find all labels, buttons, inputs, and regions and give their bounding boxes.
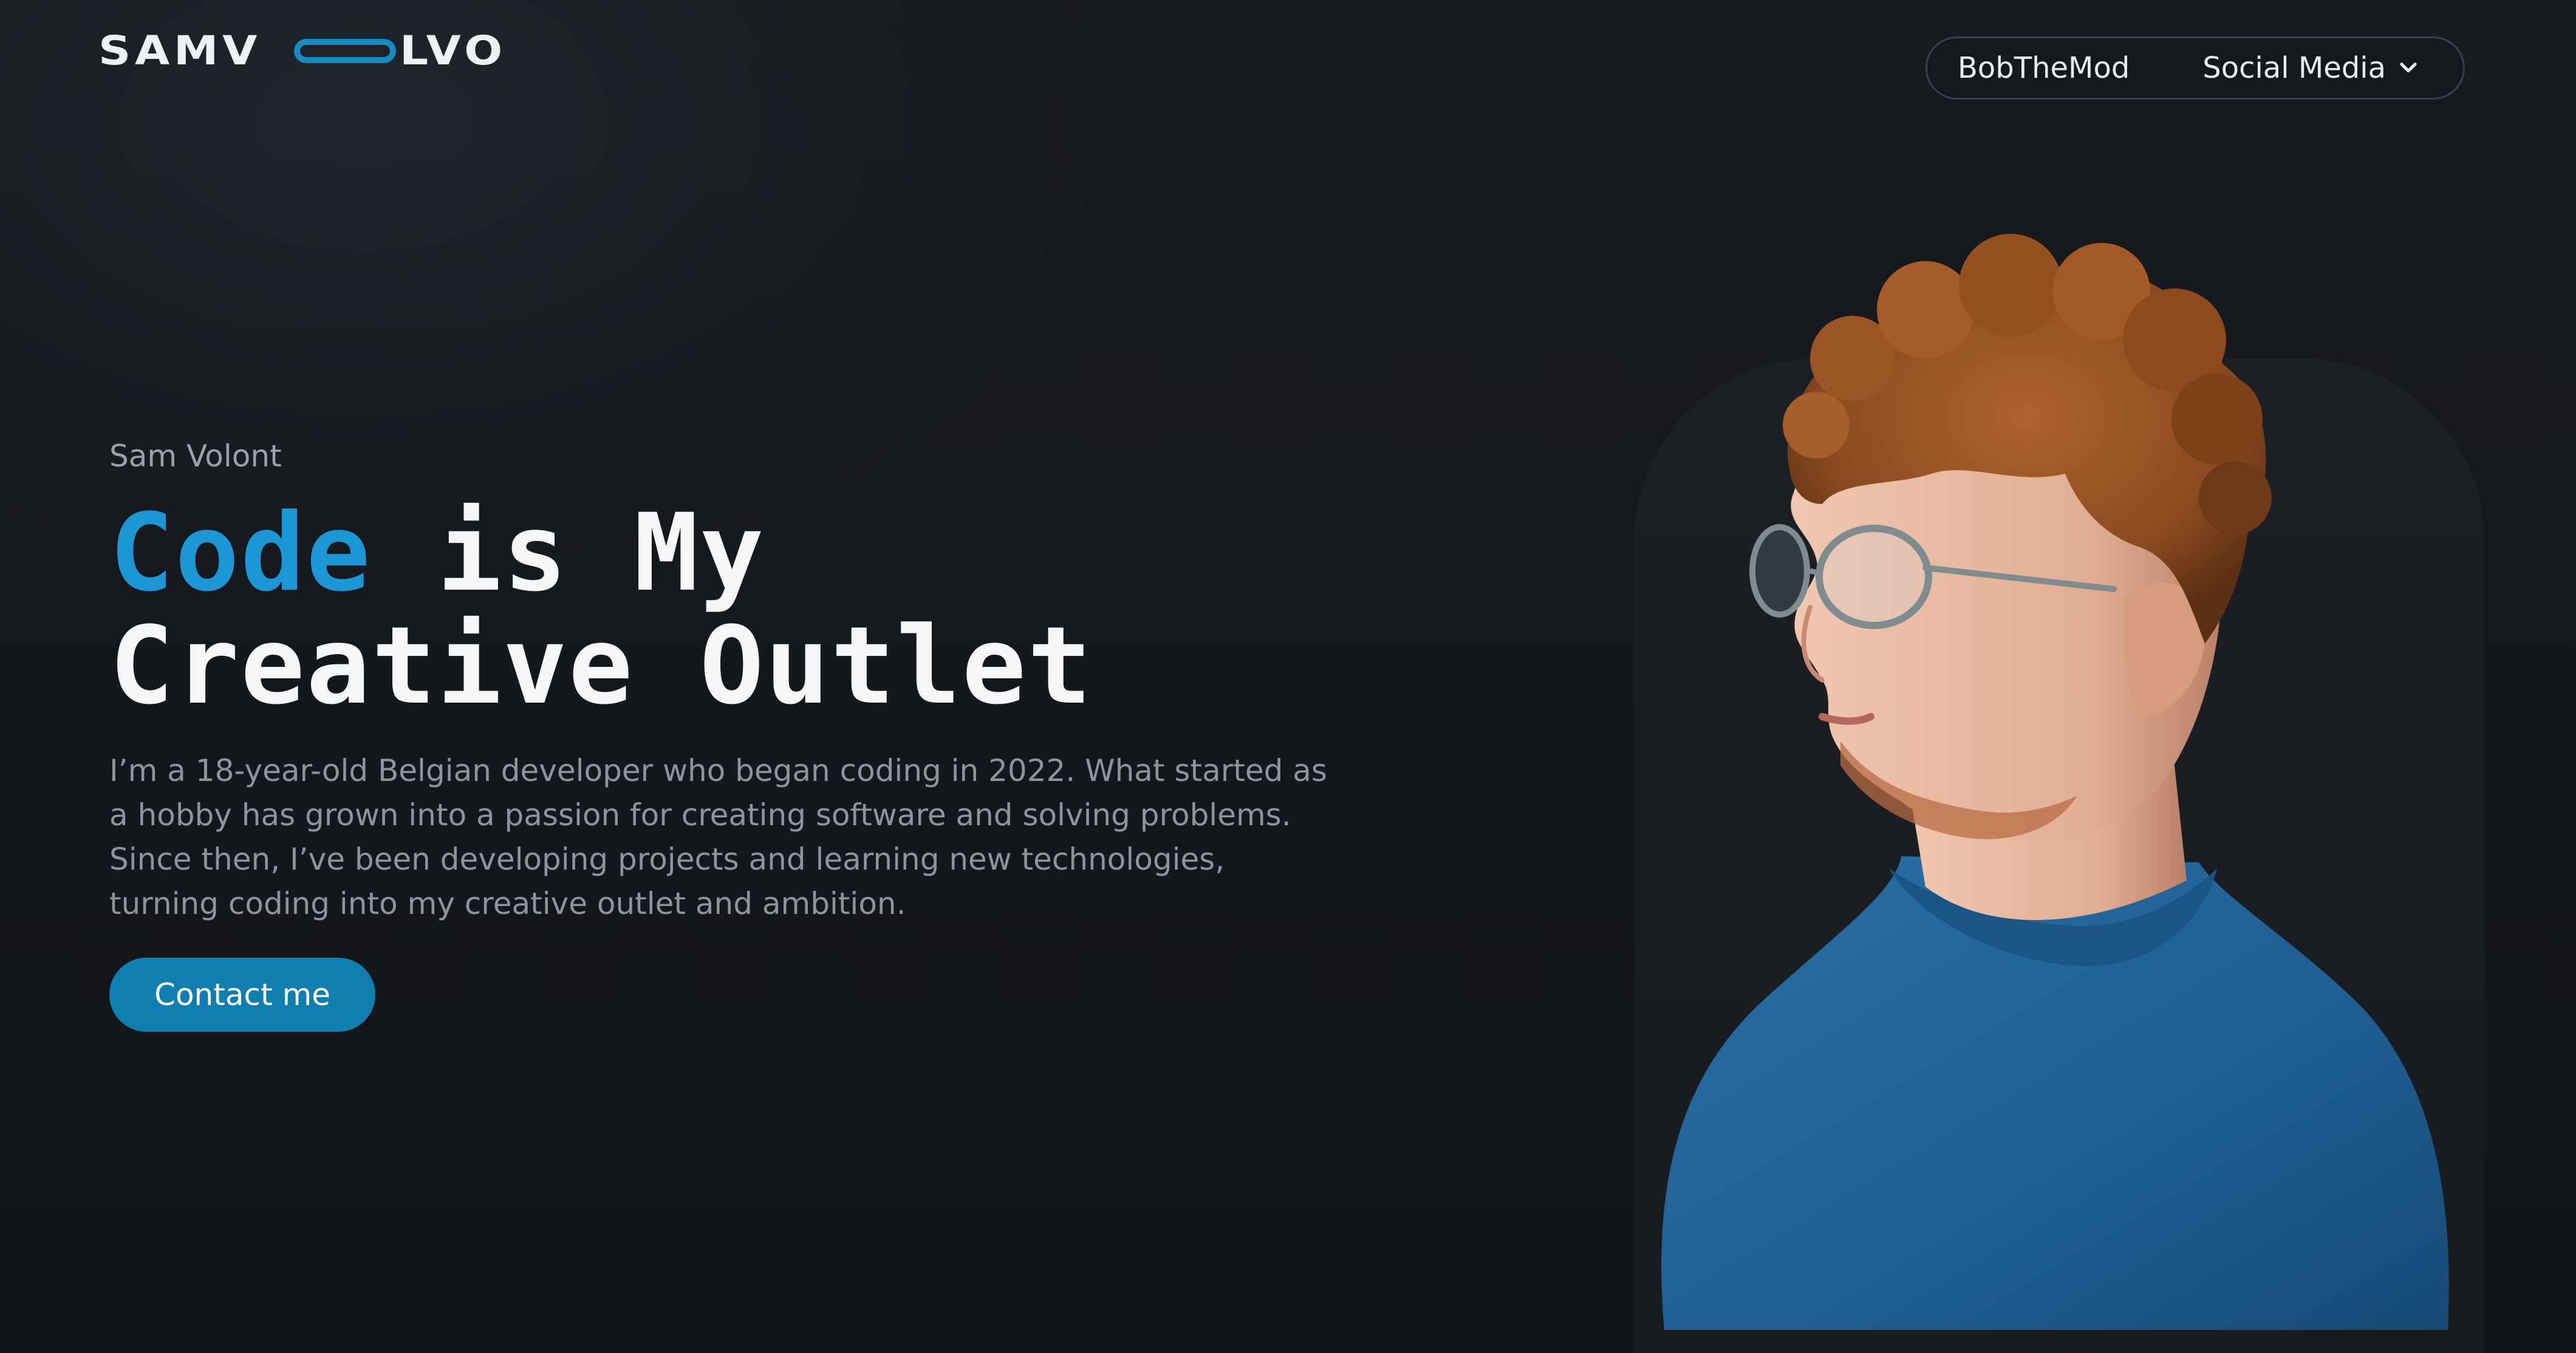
logo-text-right: LVO xyxy=(400,27,507,74)
nav-item-social-media[interactable]: Social Media xyxy=(2202,51,2420,85)
nav-item-bobthemod[interactable]: BobTheMod xyxy=(1958,51,2130,85)
page: SAMV LVO BobTheMod Social Media Sam Volo… xyxy=(0,0,2576,1353)
top-nav: BobTheMod Social Media xyxy=(1925,36,2465,100)
profile-portrait-image xyxy=(1661,234,2449,1330)
site-logo[interactable]: SAMV LVO xyxy=(98,27,521,74)
hero-description: I’m a 18-year-old Belgian developer who … xyxy=(109,753,1327,921)
logo-text-left: SAMV xyxy=(98,27,262,74)
logo-ring-icon xyxy=(294,39,396,63)
headline-line1-rest: is My xyxy=(371,491,765,615)
contact-me-button[interactable]: Contact me xyxy=(109,958,375,1032)
headline-accent-word: Code xyxy=(109,491,372,615)
headline-line2: Creative Outlet xyxy=(109,604,1093,728)
hero-subtitle: Sam Volont xyxy=(109,438,282,474)
nav-item-social-media-label: Social Media xyxy=(2202,51,2386,85)
chevron-down-icon xyxy=(2400,63,2417,73)
hero-headline: Code is My Creative Outlet xyxy=(109,497,1093,723)
